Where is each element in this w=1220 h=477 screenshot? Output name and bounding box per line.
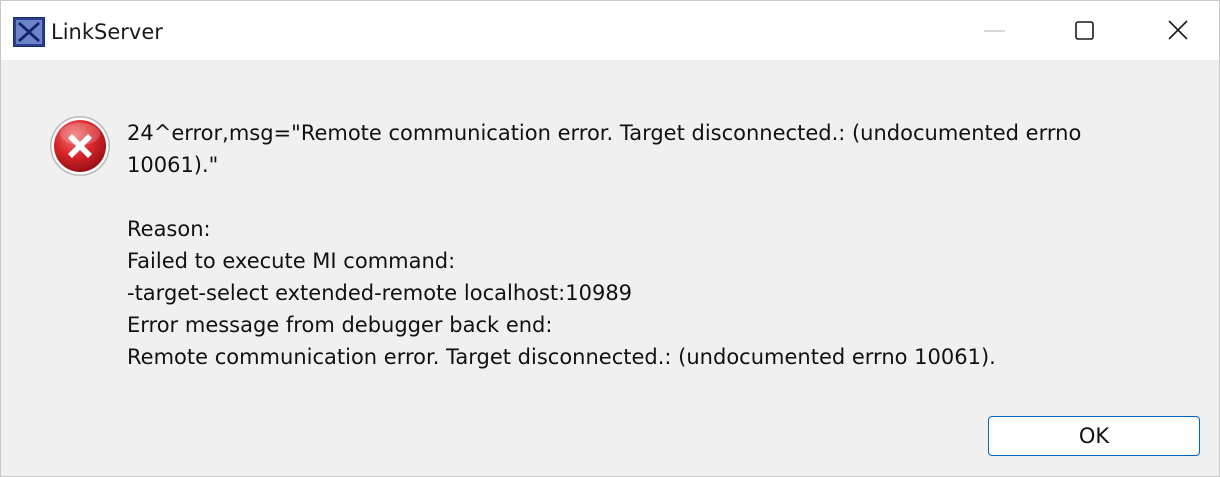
- maximize-icon: [1075, 21, 1094, 40]
- message-line: -target-select extended-remote localhost…: [127, 281, 633, 305]
- message-spacer: [127, 181, 1127, 213]
- close-button[interactable]: [1147, 1, 1207, 60]
- message-line: Error message from debugger back end:: [127, 313, 553, 337]
- message-line: 24^error,msg="Remote communication error…: [127, 121, 1082, 145]
- message-line: Reason:: [127, 217, 211, 241]
- message-line: Remote communication error. Target disco…: [127, 345, 996, 369]
- app-x-icon: [13, 17, 45, 47]
- maximize-button[interactable]: [1055, 1, 1115, 60]
- error-message: 24^error,msg="Remote communication error…: [127, 117, 1127, 373]
- title-bar[interactable]: LinkServer: [1, 1, 1219, 60]
- minimize-icon: [984, 30, 1005, 32]
- close-icon: [1168, 20, 1188, 40]
- ok-button[interactable]: OK: [988, 416, 1200, 456]
- window-title: LinkServer: [51, 20, 163, 44]
- message-line: 10061).": [127, 153, 219, 177]
- message-line: Failed to execute MI command:: [127, 249, 456, 273]
- linkserver-dialog: LinkServer 24^error,msg="Remote communic…: [0, 0, 1220, 477]
- error-icon: [50, 116, 110, 176]
- minimize-button[interactable]: [966, 1, 1026, 60]
